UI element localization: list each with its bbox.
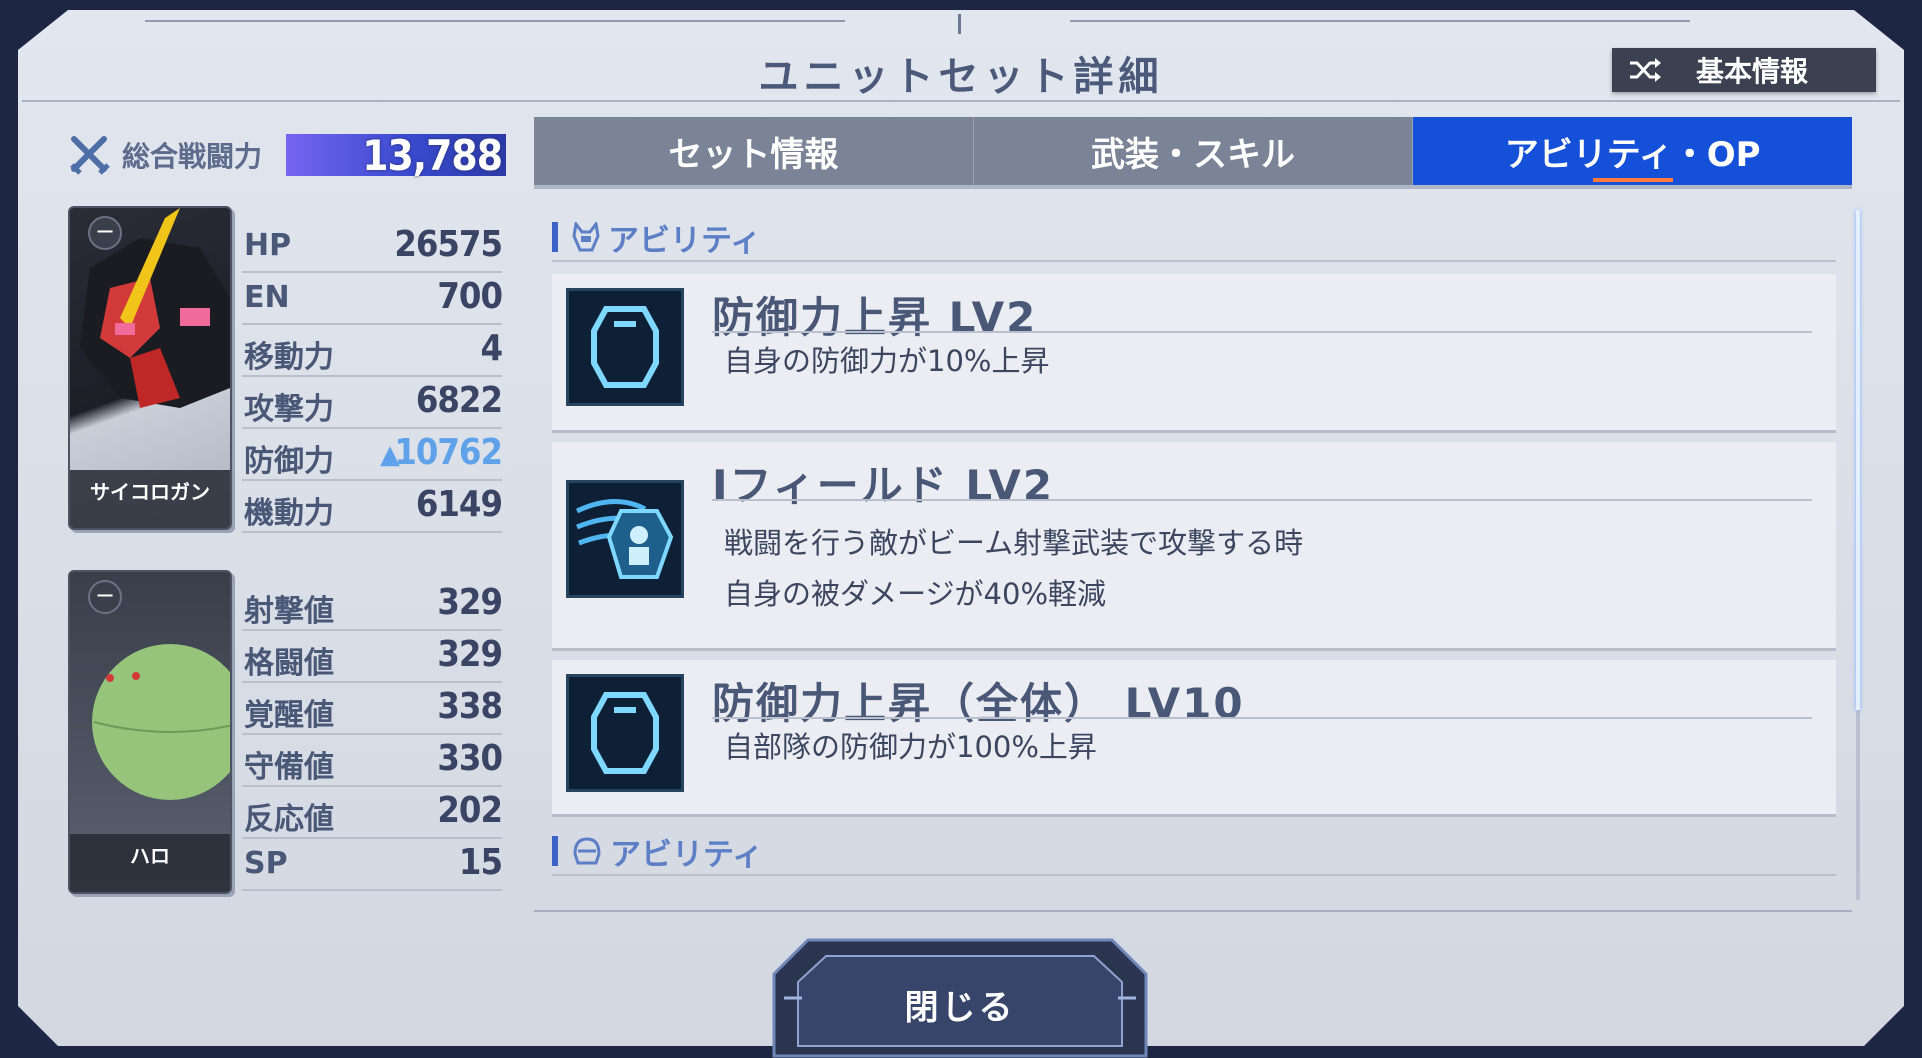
ability-desc-line: 自身の防御力が10%上昇	[724, 344, 1050, 378]
tab-set-info[interactable]: セット情報	[534, 117, 973, 185]
stat-row: 格闘値 329	[242, 634, 503, 683]
section-header-pilot-ability: アビリティ	[552, 828, 1836, 876]
stat-label: 攻撃力	[244, 392, 334, 427]
section-label: アビリティ	[608, 222, 762, 259]
stat-row: 機動力 6149	[242, 484, 503, 533]
stat-row: EN 700	[242, 276, 503, 325]
stat-row: SP 15	[242, 842, 503, 891]
stat-value: 4	[480, 328, 503, 369]
ability-desc-line: 自部隊の防御力が100%上昇	[724, 730, 1097, 764]
stat-row: HP 26575	[242, 224, 503, 273]
ability-desc-line: 戦闘を行う敵がビーム射撃武装で攻撃する時	[724, 526, 1304, 560]
stat-value: 329	[437, 582, 503, 623]
remove-unit-icon[interactable]: −	[88, 216, 122, 250]
ability-name: Iフィールド LV2	[712, 461, 1055, 510]
shield-icon	[566, 288, 684, 406]
top-deco-tick	[958, 14, 961, 34]
tab-label: アビリティ・OP	[1504, 134, 1761, 175]
ability-card[interactable]: 防御力上昇 LV2 自身の防御力が10%上昇	[552, 274, 1836, 430]
stat-row: 守備値 330	[242, 738, 503, 787]
total-power-label: 総合戦闘力	[122, 140, 263, 173]
mobile-suit-icon	[572, 222, 600, 252]
scrollbar[interactable]	[1856, 210, 1860, 900]
section-label: アビリティ	[610, 836, 764, 873]
total-power-value: 13,788	[362, 131, 503, 180]
stat-value: 202	[437, 790, 503, 831]
close-button-label: 閉じる	[904, 988, 1016, 1028]
stat-value: 700	[437, 276, 503, 317]
stat-value: 26575	[394, 224, 503, 265]
stat-label: 覚醒値	[244, 698, 334, 733]
stat-row: 攻撃力 6822	[242, 380, 503, 429]
ability-card[interactable]: Iフィールド LV2 戦闘を行う敵がビーム射撃武装で攻撃する時 自身の被ダメージ…	[552, 442, 1836, 648]
stat-row: 防御力 ▲ 10762	[242, 432, 503, 481]
top-deco-line-right	[1070, 20, 1690, 22]
stat-label: HP	[244, 228, 292, 263]
stat-label: 反応値	[244, 802, 334, 837]
section-accent-bar	[552, 222, 558, 252]
tab-ability-op[interactable]: アビリティ・OP	[1412, 117, 1853, 185]
stat-label: 移動力	[244, 340, 334, 375]
stat-value: 330	[437, 738, 503, 779]
stat-row: 射撃値 329	[242, 582, 503, 631]
section-accent-bar	[552, 836, 558, 866]
stat-value: 338	[437, 686, 503, 727]
basic-info-button[interactable]: 基本情報	[1612, 48, 1876, 92]
remove-pilot-icon[interactable]: −	[88, 580, 122, 614]
pilot-card[interactable]: − ハロ	[68, 570, 232, 894]
stat-label: 守備値	[244, 750, 334, 785]
stat-value: 329	[437, 634, 503, 675]
total-power: 総合戦闘力 13,788	[68, 130, 508, 180]
tab-label: セット情報	[668, 134, 839, 175]
stat-label: 射撃値	[244, 594, 334, 629]
pilot-name: ハロ	[70, 834, 230, 892]
unit-stats: HP 26575 EN 700 移動力 4 攻撃力 6822 防御力 ▲ 10762 機動力…	[242, 224, 503, 536]
stat-label: 機動力	[244, 496, 334, 531]
i-field-icon	[566, 480, 684, 598]
stat-label: 防御力	[244, 444, 334, 479]
stat-row: 覚醒値 338	[242, 686, 503, 735]
stat-row: 移動力 4	[242, 328, 503, 377]
shield-icon	[566, 674, 684, 792]
basic-info-label: 基本情報	[1696, 55, 1809, 88]
tab-weapons-skills[interactable]: 武装・スキル	[972, 117, 1413, 185]
unit-card[interactable]: − サイコロガン	[68, 206, 232, 530]
stat-value: 6149	[415, 484, 503, 525]
pilot-stats: 射撃値 329 格闘値 329 覚醒値 338 守備値 330 反応値 202 SP 15	[242, 582, 503, 894]
stat-label: 格闘値	[244, 646, 334, 681]
stat-value: 6822	[415, 380, 503, 421]
shuffle-icon	[1630, 58, 1661, 82]
top-deco-line	[145, 20, 845, 22]
stat-value: 15	[458, 842, 503, 883]
ability-divider	[712, 499, 1812, 501]
ability-card[interactable]: 防御力上昇（全体） LV10 自部隊の防御力が100%上昇	[552, 660, 1836, 814]
section-header-unit-ability: アビリティ	[552, 214, 1836, 262]
pilot-helmet-icon	[573, 837, 601, 865]
tab-active-underline	[1592, 178, 1673, 182]
ability-divider	[712, 717, 1812, 719]
tab-bar: セット情報 武装・スキル アビリティ・OP	[534, 117, 1853, 189]
total-power-bar: 13,788	[286, 131, 506, 180]
unit-name: サイコロガン	[70, 470, 230, 528]
stat-label: EN	[244, 280, 290, 315]
ability-desc-line: 自身の被ダメージが40%軽減	[724, 577, 1107, 611]
tab-label: 武装・スキル	[1091, 134, 1295, 175]
scrollbar-thumb[interactable]	[1856, 210, 1860, 710]
stat-row: 反応値 202	[242, 790, 503, 839]
stat-value-boosted: 10762	[394, 432, 503, 473]
crossed-swords-icon	[70, 136, 110, 175]
close-button[interactable]: 閉じる	[772, 938, 1148, 1058]
stat-label: SP	[244, 846, 288, 881]
ability-divider	[712, 331, 1812, 333]
